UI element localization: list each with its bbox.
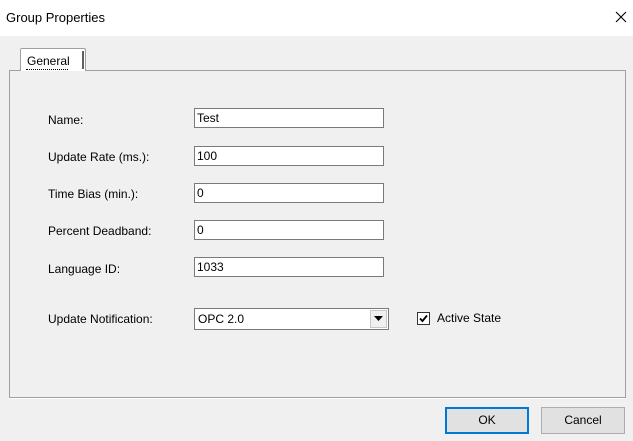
- tab-general-label: General: [27, 54, 70, 68]
- tab-general[interactable]: General: [20, 48, 86, 71]
- percent-deadband-field[interactable]: [194, 220, 384, 240]
- percent-deadband-label: Percent Deadband:: [48, 224, 152, 238]
- divider-highlight: [9, 398, 625, 399]
- ok-button[interactable]: OK: [445, 407, 529, 434]
- time-bias-field[interactable]: [194, 183, 384, 203]
- checkmark-icon: [419, 314, 428, 323]
- update-notification-value: OPC 2.0: [198, 312, 245, 326]
- name-label: Name:: [48, 113, 84, 127]
- tab-edge: [82, 51, 84, 69]
- update-notification-select[interactable]: OPC 2.0: [194, 308, 389, 330]
- dropdown-button[interactable]: [370, 310, 387, 328]
- language-id-label: Language ID:: [48, 262, 121, 276]
- time-bias-label: Time Bias (min.):: [48, 187, 139, 201]
- tab-focus-indicator: [26, 68, 68, 70]
- language-id-field[interactable]: [194, 257, 384, 277]
- active-state-label: Active State: [437, 311, 502, 325]
- update-rate-label: Update Rate (ms.):: [48, 150, 150, 164]
- cancel-button[interactable]: Cancel: [541, 407, 625, 434]
- active-state-checkbox[interactable]: [417, 312, 430, 325]
- update-notification-label: Update Notification:: [48, 312, 153, 326]
- close-icon[interactable]: [610, 6, 632, 28]
- chevron-down-icon: [374, 316, 383, 321]
- name-field[interactable]: [194, 108, 384, 128]
- window-title: Group Properties: [6, 10, 105, 25]
- update-rate-field[interactable]: [194, 146, 384, 166]
- title-bar: Group Properties: [0, 0, 633, 36]
- dialog-body: General Name: Update Rate (ms.): Time Bi…: [0, 36, 633, 441]
